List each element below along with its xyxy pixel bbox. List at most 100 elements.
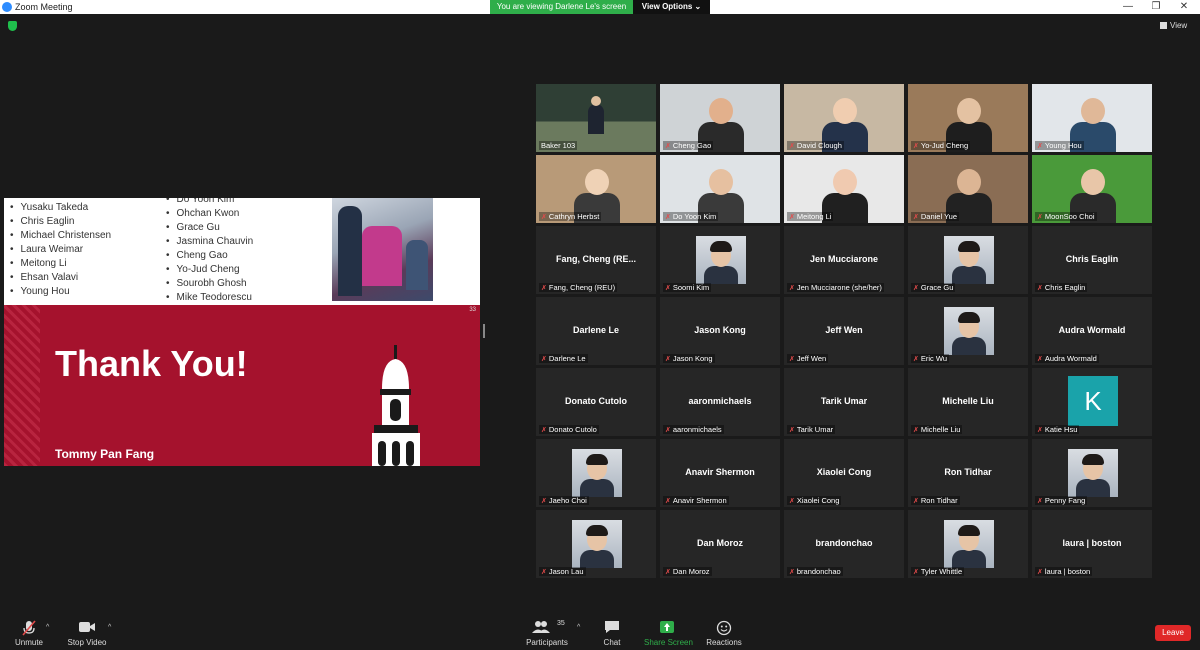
participant-tile[interactable]: ✗ Tyler Whittle [908,510,1028,578]
participant-tile[interactable]: ✗ David Clough [784,84,904,152]
participant-tile[interactable]: Audra Wormald ✗ Audra Wormald [1032,297,1152,365]
muted-microphone-icon: ✗ [789,143,795,150]
participant-tile[interactable]: ✗ Jason Lau [536,510,656,578]
participant-name-label: ✗ Xiaolei Cong [787,496,842,505]
gallery-view-button[interactable]: View [1160,21,1187,30]
participant-tile[interactable]: Jen Mucciarone ✗ Jen Mucciarone (she/her) [784,226,904,294]
reactions-button[interactable]: Reactions [704,612,744,650]
participant-tile[interactable]: ✗ Yo-Jud Cheng [908,84,1028,152]
participant-tile[interactable]: ✗ Eric Wu [908,297,1028,365]
split-view-handle[interactable] [483,324,485,338]
participant-tile[interactable]: brandonchao ✗ brandonchao [784,510,904,578]
muted-microphone-icon: ✗ [665,143,671,150]
participant-tile[interactable]: ✗ Soomi Kim [660,226,780,294]
leave-meeting-button[interactable]: Leave [1155,625,1191,641]
participant-name-label: ✗ MoonSoo Choi [1035,212,1097,221]
participant-tile[interactable]: Donato Cutolo ✗ Donato Cutolo [536,368,656,436]
participant-name: Jaeho Choi [548,496,587,505]
participant-name-label: ✗ Jason Kong [663,354,715,363]
muted-microphone-icon: ✗ [665,356,671,363]
minimize-icon[interactable]: — [1114,0,1142,14]
participant-name: Daniel Yue [920,212,958,221]
muted-microphone-icon: ✗ [1037,569,1043,576]
participant-tile[interactable]: Darlene Le ✗ Darlene Le [536,297,656,365]
participant-name-label: ✗ Jaeho Choi [539,496,589,505]
participant-name: Young Hou [1044,141,1082,150]
participant-name: Jason Kong [672,354,713,363]
participant-tile[interactable]: ✗ Grace Gu [908,226,1028,294]
participant-tile[interactable]: Anavir Shermon ✗ Anavir Shermon [660,439,780,507]
participant-name: Audra Wormald [1044,354,1097,363]
participant-display-name: Ron Tidhar [944,467,992,477]
unmute-button[interactable]: Unmute [8,612,50,650]
slide-headline: Thank You! [55,343,248,384]
maximize-icon[interactable]: ❐ [1142,0,1170,14]
acknowledged-name: Ohchan Kwon [166,207,253,221]
participant-tile[interactable]: Michelle Liu ✗ Michelle Liu [908,368,1028,436]
acknowledged-name: Do Yoon Kim [166,198,253,207]
muted-microphone-icon: ✗ [665,214,671,221]
participant-tile[interactable]: Jason Kong ✗ Jason Kong [660,297,780,365]
close-icon[interactable]: ✕ [1170,0,1198,14]
participant-name-label: ✗ Penny Fang [1035,496,1088,505]
participant-name-label: ✗ Grace Gu [911,283,956,292]
participant-tile[interactable]: Tarik Umar ✗ Tarik Umar [784,368,904,436]
participant-display-name: Xiaolei Cong [816,467,872,477]
participant-name: Cathryn Herbst [548,212,600,221]
acknowledged-name: Laura Weimar [10,243,111,257]
participant-tile[interactable]: ✗ Jaeho Choi [536,439,656,507]
profile-photo [572,520,622,568]
share-screen-button[interactable]: Share Screen [644,612,693,650]
participant-name-label: ✗ Do Yoon Kim [663,212,719,221]
participant-name-label: ✗ Jeff Wen [787,354,829,363]
audio-options-caret-icon[interactable]: ^ [46,624,49,631]
participant-name: Tarik Umar [796,425,834,434]
participant-tile[interactable]: Dan Moroz ✗ Dan Moroz [660,510,780,578]
video-options-caret-icon[interactable]: ^ [108,624,111,631]
participant-tile[interactable]: Ron Tidhar ✗ Ron Tidhar [908,439,1028,507]
participant-tile[interactable]: ✗ Do Yoon Kim [660,155,780,223]
participant-display-name: Michelle Liu [942,396,994,406]
participant-tile[interactable]: ✗ MoonSoo Choi [1032,155,1152,223]
acknowledged-name: Mike Teodorescu [166,291,253,305]
participant-display-name: Dan Moroz [697,538,743,548]
participant-tile[interactable]: ✗ Meitong Li [784,155,904,223]
viewing-screen-banner: You are viewing Darlene Le's screen [490,0,633,14]
participant-name-label: ✗ Soomi Kim [663,283,712,292]
participant-tile[interactable]: ✗ Penny Fang [1032,439,1152,507]
participant-tile[interactable]: Jeff Wen ✗ Jeff Wen [784,297,904,365]
participants-caret-icon[interactable]: ^ [577,624,580,631]
muted-microphone-icon: ✗ [913,285,919,292]
participant-tile[interactable]: ✗ Cheng Gao [660,84,780,152]
participant-tile[interactable]: laura | boston ✗ laura | boston [1032,510,1152,578]
participant-name: Dan Moroz [672,567,710,576]
participant-tile[interactable]: ✗ Daniel Yue [908,155,1028,223]
stop-video-button[interactable]: Stop Video [66,612,108,650]
participant-name: Cheng Gao [672,141,712,150]
participant-tile[interactable]: ✗ Young Hou [1032,84,1152,152]
security-shield-icon[interactable] [8,21,17,31]
profile-photo [944,236,994,284]
participant-name-label: ✗ Darlene Le [539,354,588,363]
participant-tile[interactable]: ✗ Cathryn Herbst [536,155,656,223]
baker-library-tower-logo [372,345,420,466]
muted-microphone-icon: ✗ [541,427,547,434]
participant-tile[interactable]: K ✗ Katie Hsu [1032,368,1152,436]
participant-tile[interactable]: Baker 103 [536,84,656,152]
muted-microphone-icon: ✗ [789,356,795,363]
chat-button[interactable]: Chat [596,612,628,650]
participant-name: Grace Gu [920,283,954,292]
participant-name-label: ✗ Anavir Shermon [663,496,729,505]
muted-microphone-icon: ✗ [1037,356,1043,363]
muted-microphone-icon: ✗ [665,285,671,292]
participant-display-name: laura | boston [1062,538,1122,548]
participant-name: Yo-Jud Cheng [920,141,969,150]
acknowledged-name: Sourobh Ghosh [166,277,253,291]
participant-tile[interactable]: aaronmichaels ✗ aaronmichaels [660,368,780,436]
participant-tile[interactable]: Chris Eaglin ✗ Chris Eaglin [1032,226,1152,294]
view-options-button[interactable]: View Options ⌄ [633,0,710,14]
participant-tile[interactable]: Xiaolei Cong ✗ Xiaolei Cong [784,439,904,507]
participants-button[interactable]: 35 Participants [524,612,570,650]
muted-microphone-icon: ✗ [789,285,795,292]
participant-tile[interactable]: Fang, Cheng (RE... ✗ Fang, Cheng (REU) [536,226,656,294]
